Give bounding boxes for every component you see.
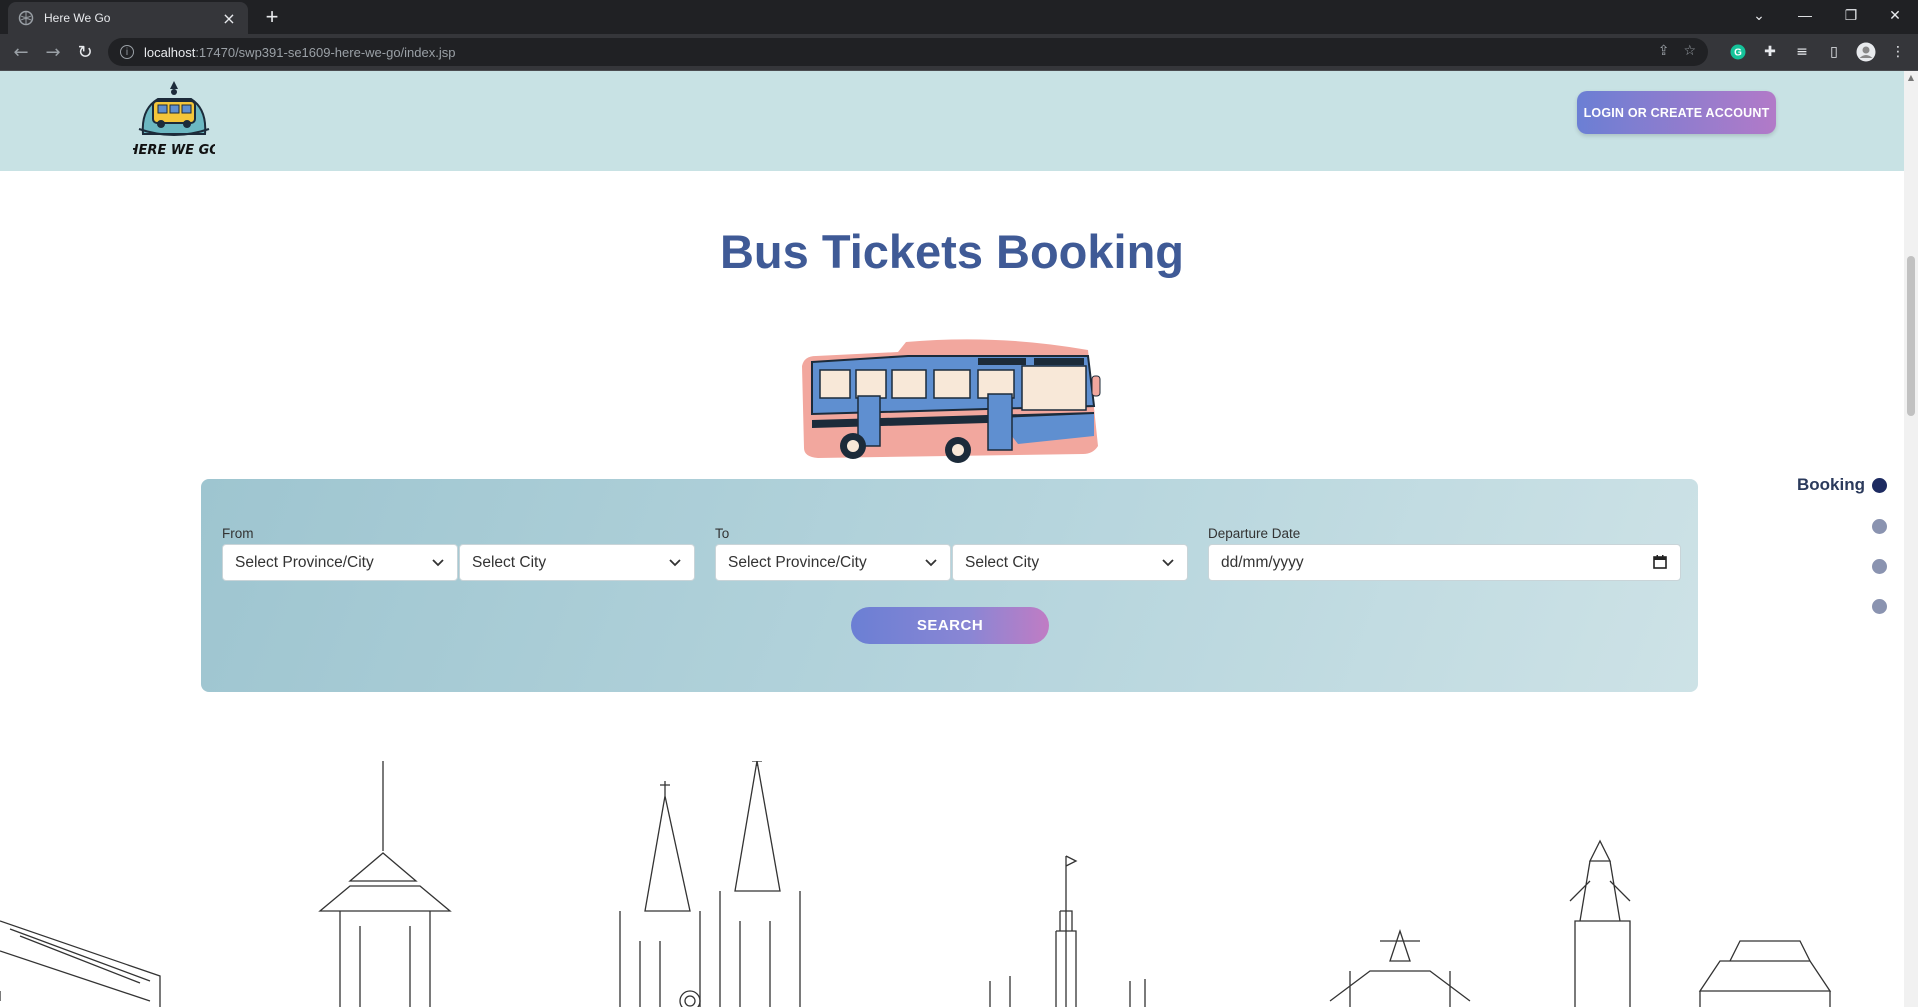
from-province-select[interactable]: Select Province/City — [222, 544, 458, 581]
browser-chrome: Here We Go × + ⌄ — ❐ ✕ ← → ↻ i localhost… — [0, 0, 1918, 71]
to-province-value: Select Province/City — [728, 553, 867, 571]
omnibox-actions: ⇪ ☆ — [1658, 43, 1696, 59]
side-nav-dot-booking[interactable] — [1872, 478, 1887, 493]
scroll-up-arrow-icon[interactable]: ▲ — [1907, 74, 1915, 82]
page-viewport: HERE WE GO LOGIN OR CREATE ACCOUNT Bus T… — [0, 71, 1904, 1007]
svg-text:G: G — [1734, 48, 1742, 59]
extensions-puzzle-icon[interactable]: ✚ — [1760, 42, 1780, 62]
chevron-down-icon — [432, 559, 444, 567]
url-path: :17470/swp391-se1609-here-we-go/index.js… — [195, 44, 456, 60]
site-info-icon[interactable]: i — [120, 45, 134, 59]
search-button[interactable]: SEARCH — [851, 607, 1049, 644]
new-tab-button[interactable]: + — [260, 5, 284, 29]
grammarly-icon[interactable]: G — [1728, 42, 1748, 62]
close-window-icon[interactable]: ✕ — [1872, 0, 1918, 30]
minimize-icon[interactable]: — — [1782, 0, 1828, 30]
chevron-down-icon — [1162, 559, 1174, 567]
side-nav-dot-2[interactable] — [1872, 519, 1887, 534]
departure-date-label: Departure Date — [1208, 526, 1301, 541]
from-city-select[interactable]: Select City — [459, 544, 695, 581]
restore-icon[interactable]: ❐ — [1828, 0, 1874, 30]
reading-list-icon[interactable]: ≡ — [1792, 42, 1812, 62]
bus-illustration — [802, 339, 1101, 463]
menu-kebab-icon[interactable]: ⋮ — [1888, 42, 1908, 62]
url-host: localhost — [144, 44, 196, 60]
page-scrollbar[interactable]: ▲ — [1904, 71, 1918, 1007]
side-nav-dot-3[interactable] — [1872, 559, 1887, 574]
side-nav-dot-4[interactable] — [1872, 599, 1887, 614]
side-nav-label-booking[interactable]: Booking — [1797, 475, 1865, 495]
calendar-icon[interactable] — [1652, 554, 1668, 570]
logo-text: HERE WE GO — [133, 143, 215, 158]
booking-form-panel: From To Departure Date Select Province/C… — [201, 479, 1698, 692]
side-panel-icon[interactable]: ▯ — [1824, 42, 1844, 62]
tab-close-icon[interactable]: × — [220, 9, 238, 28]
browser-tab[interactable]: Here We Go × — [8, 2, 248, 34]
back-icon[interactable]: ← — [8, 40, 34, 66]
tab-title: Here We Go — [44, 11, 111, 25]
departure-date-input[interactable]: dd/mm/yyyy — [1208, 544, 1681, 581]
to-city-value: Select City — [965, 553, 1040, 571]
to-city-select[interactable]: Select City — [952, 544, 1188, 581]
tab-search-icon[interactable]: ⌄ — [1736, 0, 1782, 30]
to-label: To — [715, 526, 730, 541]
globe-icon — [18, 10, 34, 26]
site-header: HERE WE GO LOGIN OR CREATE ACCOUNT — [0, 71, 1904, 171]
page-title: Bus Tickets Booking — [719, 225, 1184, 278]
forward-icon[interactable]: → — [40, 40, 66, 66]
from-label: From — [222, 526, 254, 541]
from-province-value: Select Province/City — [235, 553, 374, 571]
share-icon[interactable]: ⇪ — [1658, 43, 1670, 59]
section-side-nav: Booking — [1770, 475, 1895, 625]
chevron-down-icon — [925, 559, 937, 567]
to-province-select[interactable]: Select Province/City — [715, 544, 951, 581]
browser-toolbar: ← → ↻ i localhost :17470/swp391-se1609-h… — [0, 34, 1918, 71]
tab-bar: Here We Go × + ⌄ — ❐ ✕ — [0, 0, 1918, 34]
chevron-down-icon — [669, 559, 681, 567]
here-we-go-logo[interactable]: HERE WE GO — [133, 79, 215, 161]
city-skyline-illustration — [0, 761, 1832, 1007]
reload-icon[interactable]: ↻ — [72, 40, 98, 66]
address-bar[interactable]: i localhost :17470/swp391-se1609-here-we… — [108, 38, 1708, 66]
from-city-value: Select City — [472, 553, 547, 571]
login-or-create-account-button[interactable]: LOGIN OR CREATE ACCOUNT — [1577, 91, 1776, 134]
bookmark-star-icon[interactable]: ☆ — [1683, 43, 1696, 59]
scroll-thumb[interactable] — [1907, 256, 1915, 416]
departure-date-value: dd/mm/yyyy — [1221, 553, 1304, 571]
profile-avatar[interactable] — [1856, 42, 1876, 62]
